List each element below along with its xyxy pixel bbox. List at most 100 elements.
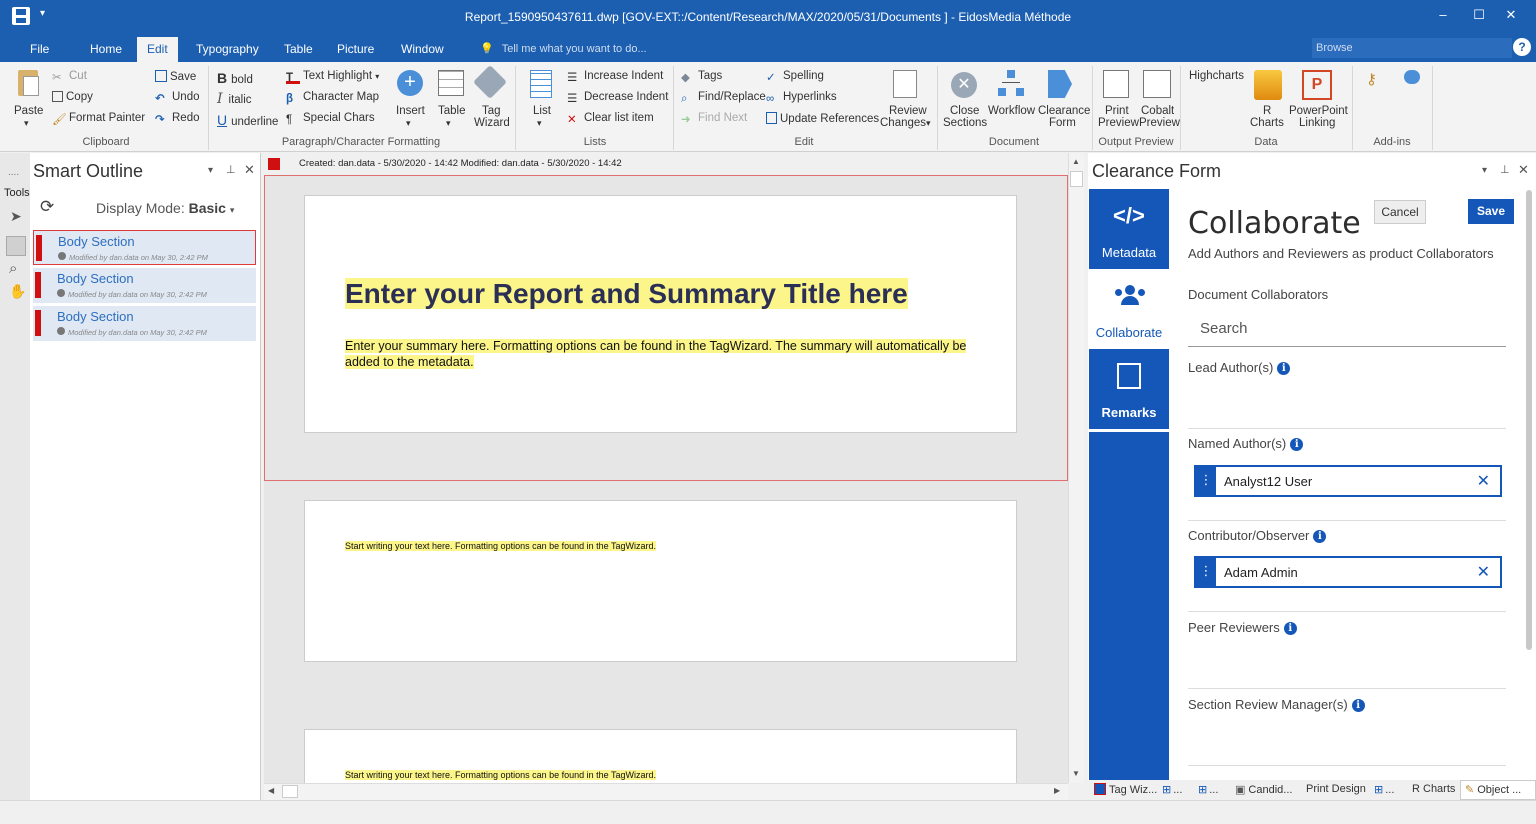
- bold-button[interactable]: Bbold: [217, 70, 253, 86]
- addin-key-icon[interactable]: ⚷: [1366, 70, 1382, 88]
- nav-metadata[interactable]: </> Metadata: [1089, 189, 1169, 269]
- zoom-icon[interactable]: ⌕: [9, 260, 17, 277]
- paste-dropdown-icon[interactable]: ▾: [24, 118, 29, 129]
- tab-window[interactable]: Window: [391, 40, 454, 62]
- decrease-indent-button[interactable]: ☰ Decrease Indent: [567, 91, 668, 105]
- remove-icon[interactable]: ✕: [1477, 562, 1490, 582]
- list-icon[interactable]: [530, 70, 552, 98]
- nav-collaborate[interactable]: Collaborate: [1089, 269, 1169, 349]
- search-input[interactable]: Search: [1200, 320, 1248, 337]
- tell-me-input[interactable]: 💡 Tell me what you want to do...: [480, 42, 647, 55]
- text-highlight-button[interactable]: T Text Highlight ▾: [286, 70, 379, 84]
- tab-picture[interactable]: Picture: [327, 40, 384, 62]
- pointer-icon[interactable]: ➤: [10, 208, 22, 225]
- tags-button[interactable]: ◆ Tags: [681, 70, 722, 84]
- info-icon[interactable]: i: [1351, 699, 1365, 712]
- tab-typography[interactable]: Typography: [186, 40, 269, 62]
- info-icon[interactable]: i: [1283, 622, 1297, 635]
- close-sections-icon[interactable]: ✕: [951, 72, 977, 98]
- hyperlinks-button[interactable]: ∞ Hyperlinks: [766, 91, 837, 105]
- panel-dropdown-icon[interactable]: ▾: [1482, 165, 1487, 176]
- paste-button[interactable]: Paste: [14, 105, 43, 117]
- document-area[interactable]: Created: dan.data - 5/30/2020 - 14:42 Mo…: [264, 153, 1068, 809]
- refresh-icon[interactable]: ⟳: [40, 197, 54, 217]
- tab-object[interactable]: ✎ Object ...: [1460, 780, 1536, 800]
- tab-r-charts[interactable]: R Charts: [1412, 783, 1455, 795]
- clearance-form-icon[interactable]: [1048, 70, 1072, 98]
- workflow-button[interactable]: Workflow: [988, 105, 1035, 117]
- find-replace-button[interactable]: ⌕ Find/Replace: [681, 91, 766, 105]
- drag-handle-icon[interactable]: ⋮: [1196, 558, 1216, 586]
- tab-candidates[interactable]: ▣ Candid...: [1235, 783, 1292, 796]
- contributor-chip[interactable]: ⋮ Adam Admin ✕: [1194, 556, 1502, 588]
- print-preview-icon[interactable]: [1103, 70, 1129, 98]
- tab-edit[interactable]: Edit: [137, 37, 178, 62]
- cancel-button[interactable]: Cancel: [1374, 200, 1426, 224]
- scroll-thumb[interactable]: [1070, 171, 1083, 187]
- update-references-button[interactable]: Update References: [766, 112, 879, 125]
- pin-icon[interactable]: ⊥: [1500, 163, 1510, 176]
- named-author-chip[interactable]: ⋮ Analyst12 User ✕: [1194, 465, 1502, 497]
- tab-file[interactable]: File: [20, 40, 59, 62]
- pin-icon[interactable]: ⊥: [226, 163, 236, 176]
- workflow-icon[interactable]: [998, 70, 1024, 98]
- copy-button[interactable]: Copy: [52, 91, 93, 103]
- italic-button[interactable]: Iitalic: [217, 91, 252, 107]
- horizontal-scrollbar[interactable]: ◀ ▶: [264, 783, 1068, 800]
- remove-icon[interactable]: ✕: [1477, 471, 1490, 491]
- clearance-scrollbar[interactable]: [1526, 190, 1532, 650]
- close-sections-button[interactable]: Sections: [943, 117, 987, 129]
- clear-list-item-button[interactable]: ✕ Clear list item: [567, 112, 654, 126]
- outline-section[interactable]: Body Section Modified by dan.data on May…: [33, 268, 256, 303]
- help-icon[interactable]: ?: [1513, 38, 1531, 56]
- document-title[interactable]: Enter your Report and Summary Title here: [345, 278, 908, 310]
- insert-icon[interactable]: +: [397, 70, 423, 96]
- scroll-right-icon[interactable]: ▶: [1054, 786, 1060, 795]
- maximize-button[interactable]: ☐: [1464, 6, 1494, 26]
- body-placeholder[interactable]: Start writing your text here. Formatting…: [345, 770, 656, 780]
- tab-table[interactable]: Table: [274, 40, 323, 62]
- r-label[interactable]: R: [1263, 105, 1271, 117]
- document-page[interactable]: Start writing your text here. Formatting…: [304, 500, 1017, 662]
- underline-button[interactable]: Uunderline: [217, 112, 278, 128]
- table-dropdown-icon[interactable]: ▾: [446, 118, 451, 129]
- paste-icon[interactable]: [14, 68, 44, 98]
- minimize-button[interactable]: –: [1428, 6, 1458, 26]
- spelling-button[interactable]: ✓ Spelling: [766, 70, 824, 84]
- close-button[interactable]: ✕: [1496, 6, 1526, 26]
- drag-handle-icon[interactable]: ⋮: [1196, 467, 1216, 495]
- print-preview-button[interactable]: Preview: [1098, 117, 1139, 129]
- print-label[interactable]: Print: [1105, 105, 1129, 117]
- tab-panel-6[interactable]: ⊞...: [1374, 783, 1394, 796]
- r-charts-button[interactable]: Charts: [1250, 117, 1284, 129]
- clearance-label[interactable]: Clearance: [1038, 105, 1090, 117]
- hand-icon[interactable]: ✋: [9, 283, 26, 300]
- review-changes-button[interactable]: Changes▾: [880, 117, 931, 129]
- insert-button[interactable]: Insert: [396, 105, 425, 117]
- scroll-left-icon[interactable]: ◀: [268, 786, 274, 795]
- scroll-up-icon[interactable]: ▲: [1072, 157, 1080, 166]
- format-painter-button[interactable]: 🖌 Format Painter: [52, 112, 145, 126]
- r-charts-icon[interactable]: [1254, 70, 1282, 100]
- powerpoint-linking-button[interactable]: Linking: [1299, 117, 1335, 129]
- addin-chat-icon[interactable]: [1404, 70, 1420, 84]
- tab-home[interactable]: Home: [80, 40, 132, 62]
- table-icon[interactable]: [438, 70, 464, 96]
- close-label[interactable]: Close: [950, 105, 979, 117]
- highcharts-button[interactable]: Highcharts: [1189, 70, 1244, 82]
- tab-panel-3[interactable]: ⊞...: [1198, 783, 1218, 796]
- tag-label[interactable]: Tag: [482, 105, 501, 117]
- outline-section[interactable]: Body Section Modified by dan.data on May…: [33, 306, 256, 341]
- cobalt-label[interactable]: Cobalt: [1141, 105, 1174, 117]
- outline-section[interactable]: Body Section Modified by dan.data on May…: [33, 230, 256, 265]
- undo-button[interactable]: ↶ Undo: [155, 91, 200, 105]
- scroll-down-icon[interactable]: ▼: [1072, 769, 1080, 778]
- text-tool-icon[interactable]: [6, 236, 26, 256]
- list-dropdown-icon[interactable]: ▾: [537, 118, 542, 129]
- list-button[interactable]: List: [533, 105, 551, 117]
- hscroll-thumb[interactable]: [282, 785, 298, 798]
- cobalt-preview-icon[interactable]: [1143, 70, 1171, 98]
- tab-print-design[interactable]: Print Design: [1306, 783, 1366, 795]
- info-icon[interactable]: i: [1277, 362, 1291, 375]
- powerpoint-label[interactable]: PowerPoint: [1289, 105, 1348, 117]
